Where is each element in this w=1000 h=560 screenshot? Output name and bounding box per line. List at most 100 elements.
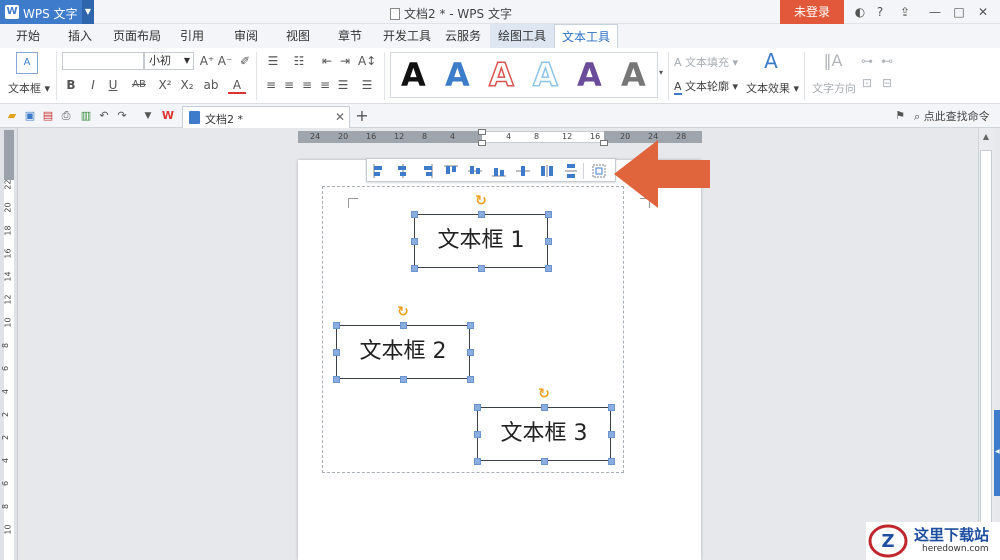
distribute-text-icon[interactable]: ☰	[334, 76, 352, 94]
link-icon[interactable]: ⊶	[858, 52, 876, 70]
resize-handle[interactable]	[411, 265, 418, 272]
text-direction-icon[interactable]: ‖A	[822, 52, 844, 74]
resize-handle[interactable]	[608, 458, 615, 465]
tab-page-layout[interactable]: 页面布局	[110, 24, 164, 48]
minimize-icon[interactable]: —	[926, 4, 944, 20]
resize-handle[interactable]	[411, 238, 418, 245]
resize-handle[interactable]	[333, 349, 340, 356]
scrollbar-thumb[interactable]	[980, 150, 992, 540]
align-left-icon[interactable]	[371, 163, 387, 179]
unlink-icon[interactable]: ⊷	[878, 52, 896, 70]
resize-handle[interactable]	[411, 211, 418, 218]
superscript-icon[interactable]: X²	[156, 76, 174, 94]
textbox-3[interactable]: 文本框 3	[477, 407, 611, 461]
resize-handle[interactable]	[400, 376, 407, 383]
align-middle-icon[interactable]	[467, 163, 483, 179]
style-blue[interactable]: A	[445, 55, 470, 95]
tab-view[interactable]: 视图	[280, 24, 316, 48]
app-menu-button[interactable]: W WPS 文字 ▼	[0, 0, 94, 24]
resize-handle[interactable]	[467, 376, 474, 383]
align-center-text-icon[interactable]: ≡	[280, 76, 298, 94]
chevron-down-icon[interactable]: ▼	[82, 0, 94, 24]
italic-icon[interactable]: I	[84, 76, 102, 94]
textbox-1[interactable]: 文本框 1	[414, 214, 548, 268]
justify-text-icon[interactable]: ≡	[316, 76, 334, 94]
command-search[interactable]: ⌕ 点此查找命令	[914, 108, 990, 124]
gallery-more-icon[interactable]: ▾	[656, 64, 666, 82]
subscript-icon[interactable]: X₂	[178, 76, 196, 94]
resize-handle[interactable]	[333, 322, 340, 329]
customize-chevron-icon[interactable]: ▼	[140, 108, 156, 124]
text-direction-button[interactable]: 文字方向	[812, 80, 856, 96]
tab-cloud[interactable]: 云服务	[440, 24, 486, 48]
align-top-icon[interactable]	[443, 163, 459, 179]
resize-handle[interactable]	[478, 265, 485, 272]
login-button[interactable]: 未登录	[780, 0, 844, 24]
text-box-break-icon[interactable]: ⊟	[878, 74, 896, 92]
decrease-indent-icon[interactable]: ⇤	[318, 52, 336, 70]
print-preview-icon[interactable]: ▥	[78, 108, 94, 124]
style-black[interactable]: A	[401, 55, 426, 95]
distribute-spacing-icon[interactable]	[563, 163, 579, 179]
hanging-indent-marker[interactable]	[478, 140, 486, 146]
tab-insert[interactable]: 插入	[62, 24, 98, 48]
resize-handle[interactable]	[608, 404, 615, 411]
align-left-text-icon[interactable]: ≡	[262, 76, 280, 94]
style-light-blue-outline[interactable]: A	[532, 55, 558, 95]
align-bottom-icon[interactable]	[491, 163, 507, 179]
textbox-label[interactable]: 文本框 ▾	[8, 80, 50, 96]
resize-handle[interactable]	[467, 349, 474, 356]
text-direction-small-icon[interactable]: A↕	[358, 52, 376, 70]
print-icon[interactable]: ⎙	[58, 108, 74, 124]
tab-drawing-tools[interactable]: 绘图工具	[490, 24, 554, 48]
pin-icon[interactable]: ⚑	[892, 108, 908, 124]
font-size-field[interactable]: 小初 ▼	[144, 52, 194, 70]
resize-handle[interactable]	[545, 265, 552, 272]
restore-ribbon-icon[interactable]: ⇪	[896, 4, 914, 20]
tab-review[interactable]: 审阅	[228, 24, 264, 48]
textbox-icon[interactable]: A	[16, 52, 38, 74]
resize-handle[interactable]	[541, 404, 548, 411]
text-box-link-icon[interactable]: ⊡	[858, 74, 876, 92]
tab-text-tools[interactable]: 文本工具	[554, 24, 618, 48]
right-indent-marker[interactable]	[600, 140, 608, 146]
resize-handle[interactable]	[333, 376, 340, 383]
wps-home-icon[interactable]: W	[160, 108, 176, 124]
group-icon[interactable]	[591, 163, 607, 179]
export-pdf-icon[interactable]: ▤	[40, 108, 56, 124]
resize-handle[interactable]	[608, 431, 615, 438]
undo-icon[interactable]: ↶	[96, 108, 112, 124]
resize-handle[interactable]	[474, 431, 481, 438]
save-icon[interactable]: ▣	[22, 108, 38, 124]
resize-handle[interactable]	[545, 238, 552, 245]
font-color-icon[interactable]: A	[228, 76, 246, 94]
numbered-list-icon[interactable]: ☷	[290, 52, 308, 70]
font-name-field[interactable]	[62, 52, 144, 70]
shrink-font-icon[interactable]: A⁻	[216, 52, 234, 70]
bold-icon[interactable]: B	[62, 76, 80, 94]
style-red-outline[interactable]: A	[488, 55, 514, 95]
tab-developer[interactable]: 开发工具	[380, 24, 434, 48]
resize-handle[interactable]	[478, 211, 485, 218]
skin-icon[interactable]: ◐	[850, 4, 870, 20]
open-folder-icon[interactable]: ▰	[4, 108, 20, 124]
maximize-icon[interactable]: □	[950, 4, 968, 20]
chevron-left-icon[interactable]: ◀	[995, 448, 1000, 455]
align-right-text-icon[interactable]: ≡	[298, 76, 316, 94]
tab-chapter[interactable]: 章节	[332, 24, 368, 48]
help-icon[interactable]: ?	[870, 4, 890, 20]
strikethrough-icon[interactable]: AB	[130, 76, 148, 94]
close-tab-icon[interactable]: ✕	[335, 110, 345, 124]
redo-icon[interactable]: ↷	[114, 108, 130, 124]
text-effect-icon[interactable]: A	[760, 51, 782, 74]
first-line-indent-marker[interactable]	[478, 129, 486, 135]
rotate-handle-icon[interactable]: ↻	[396, 305, 410, 319]
textbox-2[interactable]: 文本框 2	[336, 325, 470, 379]
increase-indent-icon[interactable]: ⇥	[336, 52, 354, 70]
align-center-icon[interactable]	[395, 163, 411, 179]
highlight-icon[interactable]: ab	[202, 76, 220, 94]
bullet-list-icon[interactable]: ☰	[264, 52, 282, 70]
resize-handle[interactable]	[474, 404, 481, 411]
distribute-horizontal-icon[interactable]	[515, 163, 531, 179]
tab-home[interactable]: 开始	[10, 24, 46, 48]
